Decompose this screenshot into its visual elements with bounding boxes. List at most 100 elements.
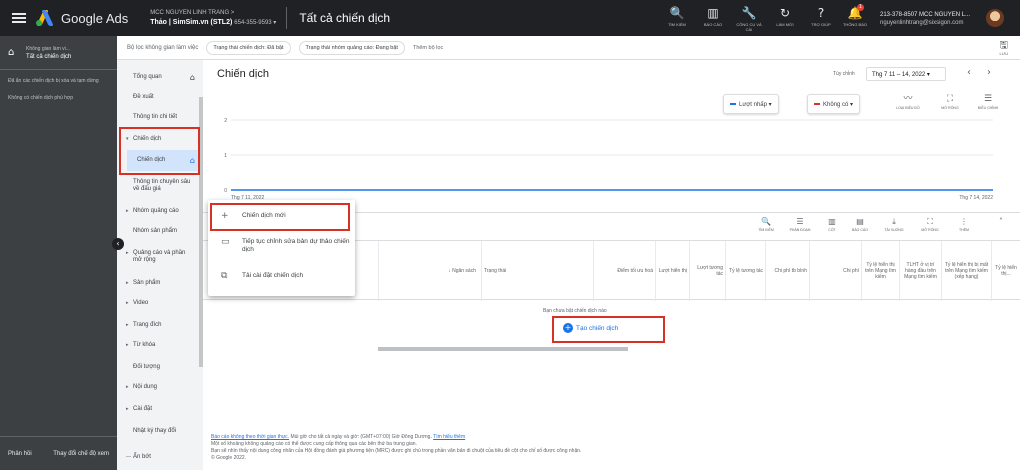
expand-icon: ⛶ <box>927 217 933 226</box>
column-header[interactable]: Chi phí <box>809 241 861 301</box>
tool-label: TÌM KIẾM <box>668 22 686 27</box>
collapse-chart-button[interactable]: ˄ <box>986 217 1016 226</box>
menu-icon[interactable] <box>12 13 26 23</box>
nav-item[interactable]: ▸ Nhóm quảng cáo <box>117 208 203 215</box>
columns-icon: ▥ <box>828 217 836 226</box>
nav-item[interactable]: ▸ Trang đích <box>117 322 203 329</box>
download-button[interactable]: ⤓ TẢI XUỐNG <box>879 217 909 232</box>
account-selector[interactable]: MCC NGUYEN LINH TRANG > Thảo | SimSim.vn… <box>150 8 276 28</box>
metric2-dropdown[interactable]: Không có ▾ <box>807 94 861 114</box>
nav-item-label: Đối tượng <box>133 364 160 370</box>
nav-item[interactable]: — Ẩn bớt <box>117 454 203 461</box>
column-header[interactable]: Lượt tương tác <box>689 241 725 301</box>
bell-button[interactable]: 🔔 THÔNG BÁO 1 <box>840 4 870 27</box>
add-filter-button[interactable]: Thêm bộ lọc <box>413 45 443 51</box>
tool-label: TRỢ GIÚP <box>811 22 831 27</box>
learn-more-link[interactable]: Tìm hiểu thêm <box>433 434 465 440</box>
nav-item[interactable]: ▸ Cài đặt <box>117 406 203 413</box>
chevron-right-icon[interactable]: › <box>987 67 991 78</box>
realtime-link[interactable]: Báo cáo không theo thời gian thực. <box>211 434 289 440</box>
workspace-selector[interactable]: ⌂ Không gian làm vi... Tất cả chiến dịch <box>0 36 117 70</box>
y-tick-label: 2 <box>224 118 227 124</box>
nav-item[interactable]: ▸ Nội dung <box>117 384 203 391</box>
user-info[interactable]: 213-378-8507 MCC NGUYEN L... nguyenlinht… <box>880 11 970 27</box>
line-chart-button[interactable]: 〰 LOẠI BIỂU ĐỒ <box>893 94 923 110</box>
date-range-picker[interactable]: Thg 7 11 – 14, 2022 ▾ <box>866 67 946 81</box>
copy-icon: ⧉ <box>221 271 228 281</box>
expand-button[interactable]: ⛶ MỞ RỘNG <box>935 94 965 110</box>
nav-item[interactable]: ▸ Video <box>117 300 203 307</box>
no-match-note: Không có chiến dịch phù hợp <box>8 95 73 101</box>
nav-item-label: Quảng cáo và phần mở rộng <box>133 250 186 263</box>
help-icon: ? <box>817 6 825 20</box>
column-header-label: Lượt tương tác <box>697 265 723 277</box>
nav-item[interactable]: Nhóm sản phẩm <box>117 228 203 235</box>
chevron-up-icon: ˄ <box>999 217 1003 226</box>
adjust-button[interactable]: ☰ ĐIỀU CHỈNH <box>973 94 1003 110</box>
feedback-button[interactable]: Phản hồi <box>8 450 32 458</box>
column-header-label: Chi phí tb bình <box>774 268 807 274</box>
nav-item-label: Nhóm quảng cáo <box>133 208 179 214</box>
notification-badge: 1 <box>857 4 864 11</box>
menu-item-load-settings[interactable]: ⧉ Tải cài đặt chiến dịch <box>208 271 355 281</box>
nav-item[interactable]: Nhật ký thay đổi <box>117 428 203 435</box>
save-filter-button[interactable]: 🖫 LƯU <box>999 40 1008 56</box>
change-view-button[interactable]: Thay đổi chế độ xem <box>53 450 109 458</box>
google-ads-logo[interactable] <box>35 10 54 26</box>
column-header[interactable]: Chi phí tb bình <box>765 241 809 301</box>
tools-button[interactable]: 🔧 CÔNG CỤ VÀ CÀI <box>734 6 764 32</box>
nav-item[interactable]: Tổng quan ⌂ <box>117 74 203 82</box>
tool-label: LÀM MỚI <box>776 22 794 27</box>
campaign-status-filter[interactable]: Trạng thái chiến dịch: Đã bật <box>206 40 291 55</box>
tool-label: BÁO CÁO <box>703 22 723 27</box>
nav-item-label: Từ khóa <box>133 342 156 348</box>
nav-item[interactable]: Đối tượng <box>117 364 203 371</box>
column-header[interactable]: Điểm tối ưu hoá <box>593 241 655 301</box>
avatar[interactable] <box>986 9 1004 27</box>
chevron-left-icon[interactable]: ‹ <box>967 67 971 78</box>
column-header[interactable]: Tỷ lệ tương tác <box>725 241 765 301</box>
column-header[interactable]: Tỷ lệ hiển thị... <box>991 241 1020 301</box>
nav-item[interactable]: Thông tin chi tiết <box>117 114 203 121</box>
menu-label-load: Tải cài đặt chiến dịch <box>242 272 304 279</box>
nav-item[interactable]: ▸ Từ khóa <box>117 342 203 349</box>
metric1-dropdown[interactable]: Lượt nhấp ▾ <box>723 94 779 114</box>
column-header[interactable]: Tỷ lệ hiển thị trên Mạng tìm kiếm <box>861 241 899 301</box>
nav-item[interactable]: Thông tin chuyên sâu về đấu giá <box>117 179 197 193</box>
segment-button[interactable]: ☰ PHÂN ĐOẠN <box>785 217 815 232</box>
reports-button[interactable]: ▥ BÁO CÁO <box>698 6 728 27</box>
help-button[interactable]: ? TRỢ GIÚP <box>806 6 836 27</box>
caret-icon: ▸ <box>126 280 129 286</box>
column-header[interactable]: Tỷ lệ hiển thị bị mất trên Mạng tìm kiếm… <box>941 241 991 301</box>
columns-button[interactable]: ▥ CỘT <box>817 217 847 232</box>
collapse-panel-icon[interactable]: ‹ <box>112 238 124 250</box>
refresh-button[interactable]: ↻ LÀM MỚI <box>770 6 800 27</box>
highlight-box-new-campaign <box>210 203 350 231</box>
nav-item[interactable]: ▸ Quảng cáo và phần mở rộng <box>117 250 197 264</box>
search-button[interactable]: 🔍 TÌM KIẾM <box>751 217 781 232</box>
report-button[interactable]: ▤ BÁO CÁO <box>845 217 875 232</box>
menu-item-continue-draft[interactable]: ▭ Tiếp tục chỉnh sửa bản dự thảo chiến dị… <box>208 238 355 254</box>
user-account: 213-378-8507 MCC NGUYEN L... <box>880 12 971 18</box>
more-button[interactable]: ⋮ THÊM <box>949 217 979 232</box>
account-id: 654-355-9593 ▾ <box>234 20 277 26</box>
column-header[interactable]: Lượt hiển thị <box>655 241 689 301</box>
nav-item[interactable]: ▸ Sản phẩm <box>117 280 203 287</box>
adgroup-status-filter[interactable]: Trạng thái nhóm quảng cáo: Đang bật <box>298 40 405 55</box>
caret-icon: ▸ <box>126 250 129 256</box>
column-header[interactable]: Trạng thái <box>481 241 591 301</box>
footer-note-mrc: Bạn sẽ nhìn thấy nội dung công nhãn của … <box>211 448 582 454</box>
hidden-campaigns-note: Đã ẩn các chiến dịch bị xóa và tạm dừng <box>8 78 99 84</box>
metric2-swatch <box>814 103 820 106</box>
nav-item-label: Nhật ký thay đổi <box>133 428 177 434</box>
footer-note-intermediaries: Một số khoảng không quảng cáo có thể đượ… <box>211 441 417 447</box>
expand-button[interactable]: ⛶ MỞ RỘNG <box>915 217 945 232</box>
highlight-box-campaigns <box>119 127 200 175</box>
search-button[interactable]: 🔍 TÌM KIẾM <box>662 6 692 27</box>
table-scrollbar[interactable] <box>378 347 628 351</box>
column-header[interactable]: TLHT ở vị trí hàng đầu trên Mạng tìm kiế… <box>899 241 941 301</box>
save-icon: 🖫 <box>999 40 1008 51</box>
column-header[interactable]: ↓ Ngân sách <box>378 241 478 301</box>
nav-item[interactable]: Đề xuất <box>117 94 203 101</box>
search-icon: 🔍 <box>669 6 685 20</box>
